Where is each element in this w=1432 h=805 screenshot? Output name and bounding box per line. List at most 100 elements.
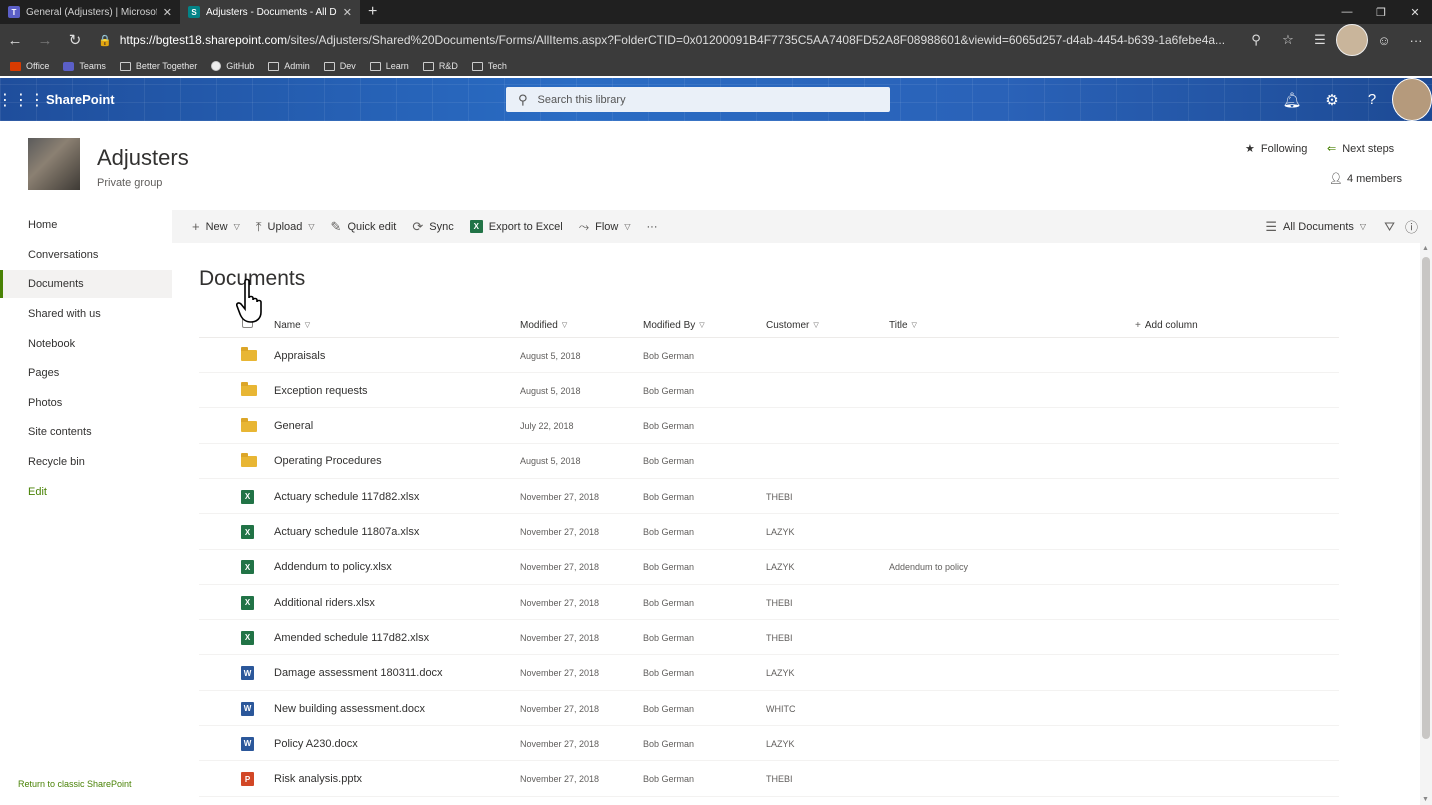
forward-arrow-icon[interactable]: → <box>30 24 60 56</box>
filter-icon[interactable]: ⛛ <box>1384 219 1395 235</box>
info-icon[interactable]: ⓘ <box>1405 217 1418 236</box>
bookmark-office[interactable]: Office <box>10 61 49 71</box>
left-navigation: Home Conversations Documents Shared with… <box>0 210 172 805</box>
bookmark-admin[interactable]: Admin <box>268 61 310 71</box>
help-icon[interactable]: ? <box>1352 78 1392 121</box>
add-column-button[interactable]: + Add column <box>1135 313 1198 337</box>
zoom-icon[interactable]: ⚲ <box>1240 24 1272 56</box>
table-row[interactable]: X Additional riders.xlsx November 27, 2018… <box>199 585 1339 621</box>
file-name-link[interactable]: Operating Procedures <box>274 444 382 479</box>
search-input[interactable]: ⚲ Search this library <box>506 87 890 112</box>
scroll-down-icon[interactable]: ▼ <box>1422 796 1429 803</box>
upload-button[interactable]: ⤒ Upload ▽ <box>248 210 323 243</box>
site-logo[interactable] <box>28 138 80 190</box>
chevron-down-icon: ▽ <box>911 322 917 329</box>
table-row[interactable]: W Damage assessment 180311.docx November 2… <box>199 656 1339 691</box>
close-icon[interactable]: ✕ <box>343 6 352 19</box>
bookmark-rd[interactable]: R&D <box>422 61 458 71</box>
app-launcher-icon[interactable]: ⋮⋮⋮ <box>0 78 45 121</box>
table-row[interactable]: X Addendum to policy.xlsx November 27, 201… <box>199 550 1339 585</box>
nav-item-shared-with-us[interactable]: Shared with us <box>0 300 172 328</box>
more-commands-button[interactable]: ··· <box>639 210 666 243</box>
nav-item-conversations[interactable]: Conversations <box>0 241 172 269</box>
browser-tab-sharepoint[interactable]: S Adjusters - Documents - All Documents … <box>180 0 360 24</box>
close-icon[interactable]: ✕ <box>163 6 172 19</box>
nav-item-photos[interactable]: Photos <box>0 389 172 417</box>
return-to-classic-link[interactable]: Return to classic SharePoint <box>18 779 132 789</box>
favorite-star-icon[interactable]: ☆ <box>1272 24 1304 56</box>
bookmark-tech[interactable]: Tech <box>471 61 507 71</box>
file-name-link[interactable]: Actuary schedule 117d82.xlsx <box>274 479 419 514</box>
back-arrow-icon[interactable]: ← <box>0 24 30 56</box>
file-name-link[interactable]: Appraisals <box>274 338 325 373</box>
table-row[interactable]: X Amended schedule 117d82.xlsx November 27… <box>199 620 1339 656</box>
next-steps-button[interactable]: ⇐ Next steps <box>1327 142 1394 156</box>
modified-date: November 27, 2018 <box>520 668 600 679</box>
table-row[interactable]: W New building assessment.docx November 27… <box>199 691 1339 726</box>
file-name-link[interactable]: Actuary schedule 11807a.xlsx <box>274 515 419 550</box>
window-close-icon[interactable]: ✕ <box>1398 0 1432 24</box>
column-header-modified[interactable]: Modified ▽ <box>520 313 567 337</box>
scrollbar-thumb[interactable] <box>1422 257 1430 739</box>
table-row[interactable]: Operating Procedures August 5, 2018 Bob Ge… <box>199 444 1339 479</box>
nav-item-site-contents[interactable]: Site contents <box>0 418 172 446</box>
emoji-icon[interactable]: ☺ <box>1368 24 1400 56</box>
file-name-link[interactable]: General <box>274 409 313 444</box>
view-selector[interactable]: ☰ All Documents ▽ <box>1257 210 1374 243</box>
nav-item-pages[interactable]: Pages <box>0 359 172 387</box>
new-tab-plus-icon[interactable]: + <box>360 3 385 21</box>
bookmark-better-together[interactable]: Better Together <box>119 61 197 71</box>
file-name-link[interactable]: Exception requests <box>274 373 368 408</box>
export-to-excel-button[interactable]: X Export to Excel <box>462 210 571 243</box>
nav-item-notebook[interactable]: Notebook <box>0 330 172 358</box>
bookmark-dev[interactable]: Dev <box>323 61 356 71</box>
sharepoint-brand[interactable]: SharePoint <box>46 92 115 107</box>
bookmark-learn[interactable]: Learn <box>369 61 409 71</box>
table-row[interactable]: X Actuary schedule 117d82.xlsx November 27… <box>199 479 1339 515</box>
table-row[interactable]: Appraisals August 5, 2018 Bob German <box>199 338 1339 373</box>
address-bar[interactable]: 🔒 https://bgtest18.sharepoint.com/sites/… <box>90 24 1240 56</box>
bookmark-github[interactable]: GitHub <box>211 61 254 71</box>
bookmark-teams[interactable]: Teams <box>63 61 106 71</box>
following-button[interactable]: ★ Following <box>1245 142 1307 156</box>
nav-item-documents[interactable]: Documents <box>0 270 172 298</box>
table-row[interactable]: W Policy A230.docx November 27, 2018 Bob Ge… <box>199 726 1339 762</box>
nav-item-recycle-bin[interactable]: Recycle bin <box>0 448 172 476</box>
sync-button[interactable]: ⟳ Sync <box>404 210 461 243</box>
nav-item-home[interactable]: Home <box>0 211 172 239</box>
file-name-link[interactable]: Addendum to policy.xlsx <box>274 550 392 585</box>
browser-tab-teams[interactable]: T General (Adjusters) | Microsoft Teams … <box>0 0 180 24</box>
column-header-name[interactable]: Name ▽ <box>274 313 310 337</box>
column-header-title[interactable]: Title ▽ <box>889 313 917 337</box>
column-header-customer[interactable]: Customer ▽ <box>766 313 819 337</box>
column-header-modified-by[interactable]: Modified By ▽ <box>643 313 705 337</box>
new-button[interactable]: + New ▽ <box>172 210 248 243</box>
file-name-link[interactable]: Additional riders.xlsx <box>274 585 375 620</box>
refresh-icon[interactable]: ↻ <box>60 24 90 56</box>
file-name-link[interactable]: Risk analysis.pptx <box>274 762 362 797</box>
members-button[interactable]: 👤︎ 4 members <box>1329 172 1402 186</box>
notification-bell-icon[interactable]: 🔔︎ <box>1272 78 1312 121</box>
profile-icon[interactable] <box>1336 24 1368 56</box>
quick-edit-button[interactable]: ✎ Quick edit <box>323 210 405 243</box>
favorites-list-icon[interactable]: ☰ <box>1304 24 1336 56</box>
scroll-up-icon[interactable]: ▲ <box>1422 245 1429 252</box>
restore-icon[interactable]: ❐ <box>1364 0 1398 24</box>
file-name-link[interactable]: Damage assessment 180311.docx <box>274 656 443 691</box>
vertical-scrollbar[interactable]: ▲ ▼ <box>1420 243 1432 805</box>
table-row[interactable]: X Actuary schedule 11807a.xlsx November 27… <box>199 515 1339 550</box>
table-row[interactable]: Exception requests August 5, 2018 Bob Germ… <box>199 373 1339 409</box>
file-name-link[interactable]: Amended schedule 117d82.xlsx <box>274 620 429 655</box>
folder-icon <box>471 61 483 71</box>
more-menu-icon[interactable]: ··· <box>1400 24 1432 56</box>
nav-edit-link[interactable]: Edit <box>0 478 172 506</box>
table-row[interactable]: General July 22, 2018 Bob German <box>199 409 1339 444</box>
minimize-icon[interactable]: — <box>1330 0 1364 24</box>
flow-button[interactable]: ⤳ Flow ▽ <box>571 210 639 243</box>
file-name-link[interactable]: New building assessment.docx <box>274 691 425 726</box>
site-title[interactable]: Adjusters <box>97 145 189 171</box>
file-name-link[interactable]: Policy A230.docx <box>274 726 358 761</box>
settings-gear-icon[interactable]: ⚙ <box>1312 78 1352 121</box>
table-row[interactable]: P Risk analysis.pptx November 27, 2018 Bob … <box>199 762 1339 797</box>
account-avatar[interactable] <box>1392 78 1432 121</box>
